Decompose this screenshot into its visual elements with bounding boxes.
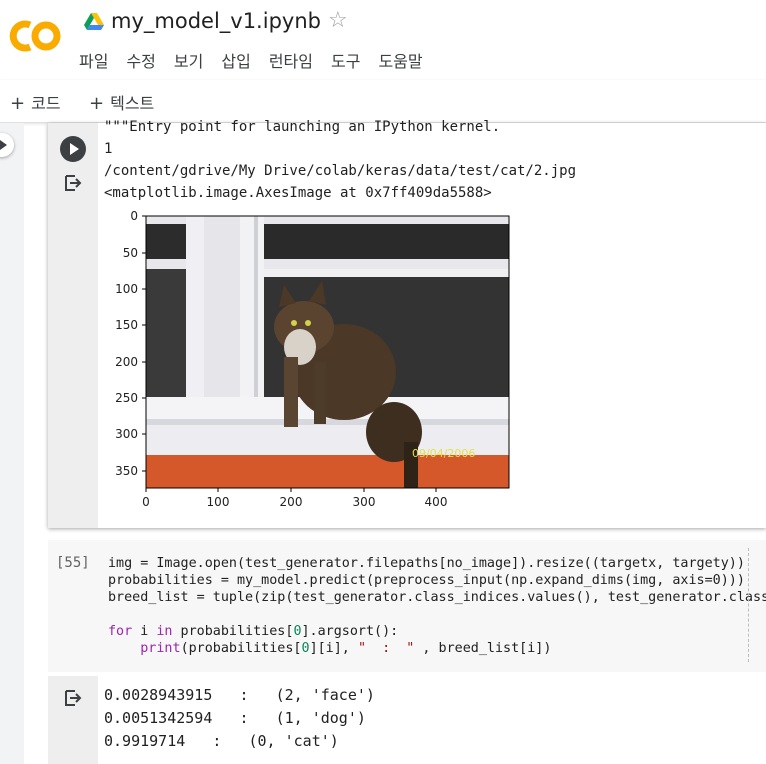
number-literal: 0 xyxy=(301,641,310,656)
code-line[interactable]: img = Image.open(test_generator.filepath… xyxy=(108,556,745,571)
header: my_model_v1.ipynb ☆ 파일 수정 보기 삽입 런타임 도구 도… xyxy=(0,0,766,80)
output-line: <matplotlib.image.AxesImage at 0x7ff409d… xyxy=(104,185,492,201)
photo-date-stamp: 09/04/2006 xyxy=(412,447,475,460)
execution-count: [55] xyxy=(56,555,90,571)
menu-help[interactable]: 도움말 xyxy=(378,48,422,72)
y-tick-label: 300 xyxy=(115,427,138,441)
string-literal: " : " xyxy=(357,641,415,656)
add-text-button[interactable]: + 텍스트 xyxy=(89,90,154,114)
line-length-ruler xyxy=(748,548,749,662)
output-icon[interactable] xyxy=(62,173,82,197)
menu-insert[interactable]: 삽입 xyxy=(221,48,250,72)
x-tick-label: 400 xyxy=(425,495,448,509)
colab-logo[interactable] xyxy=(8,18,62,54)
menu-runtime[interactable]: 런타임 xyxy=(269,48,313,72)
menu-view[interactable]: 보기 xyxy=(174,48,203,72)
cell-gutter xyxy=(48,123,98,528)
menu-edit[interactable]: 수정 xyxy=(126,48,155,72)
y-axis: 0 50 100 150 200 250 300 350 xyxy=(115,209,146,478)
left-gutter xyxy=(0,123,24,764)
y-tick-label: 200 xyxy=(115,355,138,369)
menu-bar: 파일 수정 보기 삽입 런타임 도구 도움말 xyxy=(79,48,441,72)
notebook-title[interactable]: my_model_v1.ipynb xyxy=(111,9,321,33)
code-line-for[interactable]: for i in probabilities[0].argsort(): xyxy=(108,624,398,639)
image-plot: 09/04/2006 0 50 100 150 200 250 300 350 … xyxy=(115,209,510,509)
run-cell-button[interactable] xyxy=(60,136,86,162)
add-code-button[interactable]: + 코드 xyxy=(10,90,61,114)
output-line: 0.0028943915 : (2, 'face') xyxy=(104,686,375,704)
menu-file[interactable]: 파일 xyxy=(79,48,108,72)
y-tick-label: 50 xyxy=(123,246,138,260)
keyword-for: for xyxy=(108,624,133,639)
keyword-in: in xyxy=(156,624,173,639)
y-tick-label: 0 xyxy=(130,209,138,223)
add-code-label: 코드 xyxy=(31,94,61,113)
output-line: /content/gdrive/My Drive/colab/keras/dat… xyxy=(104,163,577,179)
code-line[interactable]: probabilities = my_model.predict(preproc… xyxy=(108,573,745,588)
plus-icon: + xyxy=(89,93,105,114)
chevron-right-icon xyxy=(0,140,7,150)
y-tick-label: 150 xyxy=(115,318,138,332)
star-icon[interactable]: ☆ xyxy=(328,8,348,33)
menu-tools[interactable]: 도구 xyxy=(331,48,360,72)
add-text-label: 텍스트 xyxy=(110,94,155,113)
y-tick-label: 250 xyxy=(115,391,138,405)
builtin-print: print xyxy=(140,641,181,656)
output-line: 0.0051342594 : (1, 'dog') xyxy=(104,709,366,727)
x-tick-label: 100 xyxy=(207,495,230,509)
number-literal: 0 xyxy=(293,624,302,639)
x-axis: 0 100 200 300 400 xyxy=(142,488,447,509)
photo: 09/04/2006 xyxy=(146,216,509,488)
code-line-print[interactable]: print(probabilities[0][i], " : " , breed… xyxy=(108,641,551,656)
output-icon[interactable] xyxy=(62,688,82,712)
google-drive-icon[interactable] xyxy=(84,13,104,31)
y-tick-label: 100 xyxy=(115,282,138,296)
toolbar: + 코드 + 텍스트 xyxy=(0,80,766,123)
y-tick-label: 350 xyxy=(115,464,138,478)
output-line: 1 xyxy=(104,141,113,157)
plus-icon: + xyxy=(10,93,26,114)
code-line[interactable]: breed_list = tuple(zip(test_generator.cl… xyxy=(108,590,766,605)
output-line: """Entry point for launching an IPython … xyxy=(104,119,501,135)
x-tick-label: 200 xyxy=(280,495,303,509)
output-line: 0.9919714 : (0, 'cat') xyxy=(104,732,339,750)
x-tick-label: 300 xyxy=(353,495,376,509)
x-tick-label: 0 xyxy=(142,495,150,509)
